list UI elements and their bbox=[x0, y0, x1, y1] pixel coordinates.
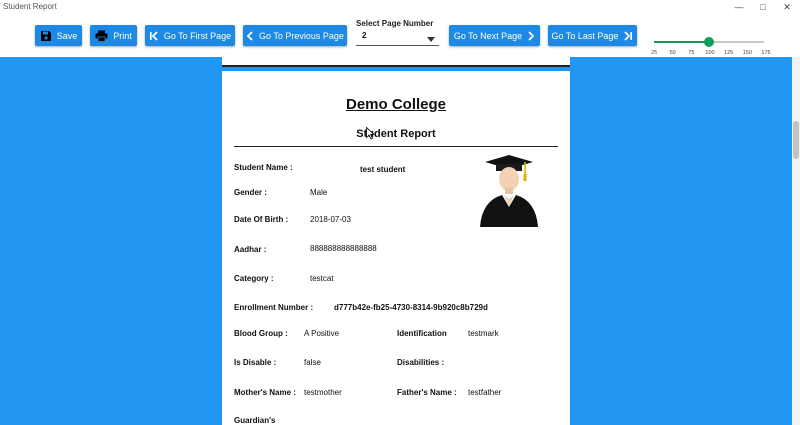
father-name-label: Father's Name : bbox=[397, 388, 457, 397]
zoom-tick-label: 75 bbox=[688, 50, 695, 56]
student-name-label: Student Name : bbox=[234, 163, 293, 172]
disabilities-label: Disabilities : bbox=[397, 358, 445, 367]
previous-page-label: Go To Previous Page bbox=[259, 30, 344, 41]
report-page: Demo College Student Report Student Name… bbox=[222, 57, 570, 425]
guardian-label: Guardian's bbox=[234, 416, 276, 425]
chevron-right-icon bbox=[527, 30, 535, 41]
zoom-slider-fill bbox=[654, 41, 709, 43]
window-title: Student Report bbox=[3, 2, 57, 11]
zoom-tick-label: 150 bbox=[742, 50, 752, 56]
next-page-button[interactable]: Go To Next Page bbox=[449, 25, 540, 46]
page-select-value: 2 bbox=[362, 31, 367, 40]
previous-page-button[interactable]: Go To Previous Page bbox=[243, 25, 347, 46]
identification-label: Identification bbox=[397, 329, 447, 338]
mouse-cursor-icon bbox=[366, 126, 376, 145]
zoom-tick-label: 100 bbox=[705, 50, 715, 56]
page-separator bbox=[222, 67, 570, 71]
close-button[interactable]: ✕ bbox=[776, 0, 798, 14]
maximize-button[interactable]: □ bbox=[752, 0, 774, 14]
graduate-avatar-icon bbox=[478, 155, 540, 229]
dob-value: 2018-07-03 bbox=[310, 215, 351, 224]
category-value: testcat bbox=[310, 274, 334, 283]
title-bar: Student Report — □ ✕ bbox=[0, 0, 800, 14]
identification-value: testmark bbox=[468, 329, 499, 338]
print-button[interactable]: Print bbox=[90, 25, 137, 46]
last-page-label: Go To Last Page bbox=[551, 30, 619, 41]
minimize-button[interactable]: — bbox=[728, 0, 750, 14]
save-button[interactable]: Save bbox=[35, 25, 82, 46]
college-name: Demo College bbox=[345, 96, 447, 113]
category-label: Category : bbox=[234, 274, 274, 283]
enrollment-label: Enrollment Number : bbox=[234, 303, 314, 312]
aadhar-label: Aadhar : bbox=[234, 245, 267, 254]
blood-group-value: A Positive bbox=[304, 329, 340, 338]
gender-label: Gender : bbox=[234, 188, 267, 197]
dob-label: Date Of Birth : bbox=[234, 215, 289, 224]
zoom-tick-label: 25 bbox=[650, 50, 658, 56]
first-page-icon bbox=[149, 30, 159, 41]
page-number-select[interactable]: 2 bbox=[356, 30, 439, 46]
first-page-label: Go To First Page bbox=[163, 30, 232, 41]
mother-name-value: testmother bbox=[304, 388, 342, 397]
zoom-tick-label: 50 bbox=[669, 50, 676, 56]
father-name-value: testfather bbox=[468, 388, 502, 397]
zoom-slider[interactable] bbox=[654, 37, 764, 47]
report-title: Student Report bbox=[356, 128, 436, 140]
page-select-label: Select Page Number bbox=[356, 19, 434, 28]
student-name-value: test student bbox=[360, 165, 406, 174]
last-page-icon bbox=[623, 30, 633, 41]
zoom-slider-thumb[interactable] bbox=[704, 37, 714, 47]
toolbar: Save Print Go To First Page Go To Previo… bbox=[0, 14, 800, 56]
mother-name-label: Mother's Name : bbox=[234, 388, 296, 397]
chevron-left-icon bbox=[246, 30, 254, 41]
zoom-tick-label: 175 bbox=[761, 50, 771, 56]
enrollment-value: d777b42e-fb25-4730-8314-9b920c8b729d bbox=[334, 303, 488, 312]
blood-group-label: Blood Group : bbox=[234, 329, 288, 338]
save-label: Save bbox=[56, 30, 78, 41]
next-page-label: Go To Next Page bbox=[453, 30, 523, 41]
save-icon bbox=[40, 30, 52, 42]
title-divider bbox=[234, 146, 558, 147]
is-disable-label: Is Disable : bbox=[234, 358, 277, 367]
print-label: Print bbox=[113, 30, 132, 41]
last-page-button[interactable]: Go To Last Page bbox=[548, 25, 637, 46]
dropdown-caret-icon bbox=[427, 34, 435, 45]
zoom-tick-label: 125 bbox=[724, 50, 734, 56]
vertical-scrollbar[interactable] bbox=[792, 57, 800, 425]
report-viewer: Demo College Student Report Student Name… bbox=[0, 57, 800, 425]
scrollbar-thumb[interactable] bbox=[793, 121, 799, 159]
gender-value: Male bbox=[310, 188, 328, 197]
aadhar-value: 888888888888888 bbox=[310, 244, 377, 253]
first-page-button[interactable]: Go To First Page bbox=[145, 25, 235, 46]
is-disable-value: false bbox=[304, 358, 321, 367]
printer-icon bbox=[95, 30, 108, 42]
